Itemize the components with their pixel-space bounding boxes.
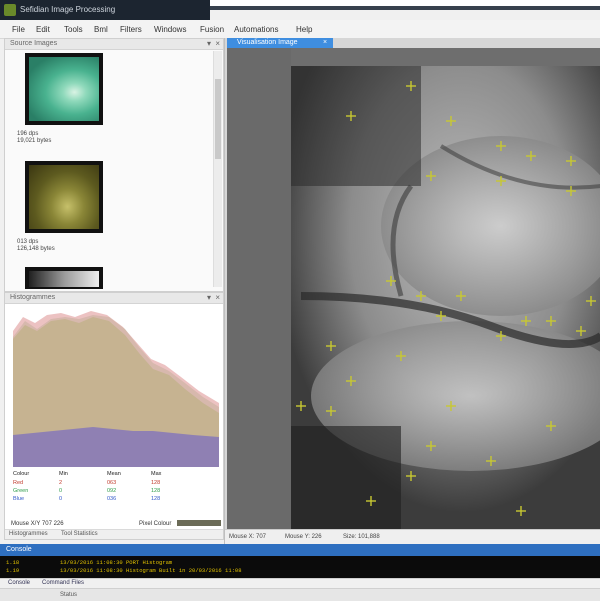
grayscale-image[interactable] xyxy=(291,66,600,536)
pixel-colour-swatch xyxy=(177,520,221,526)
tab-tool-statistics[interactable]: Tool Statistics xyxy=(61,531,98,537)
canvas-gutter xyxy=(227,48,291,530)
app-icon xyxy=(4,4,16,16)
histogram-panel: Histogrammes ▾ × Colour Min Mean Max Red… xyxy=(4,292,224,540)
image-shadow xyxy=(291,66,421,186)
menu-bml[interactable]: Bml xyxy=(94,25,108,34)
console-line-text: 13/03/2016 11:08:30 Histogram Built in 2… xyxy=(60,567,242,574)
panel-header: Source Images ▾ × xyxy=(5,39,223,50)
menu-bar: File Edit Tools Bml Filters Windows Fusi… xyxy=(0,20,600,39)
vertical-scrollbar[interactable] xyxy=(213,51,222,287)
tab-histogrammes[interactable]: Histogrammes xyxy=(9,531,48,537)
tab-visualisation-image[interactable]: Visualisation Image × xyxy=(227,38,333,48)
mouse-x-readout: Mouse X: 707 xyxy=(229,534,267,540)
console-line-number: 1.19 xyxy=(6,567,20,574)
image-canvas[interactable] xyxy=(227,48,600,536)
close-icon[interactable]: × xyxy=(323,39,327,46)
menu-edit[interactable]: Edit xyxy=(36,25,50,34)
image-size-readout: Size: 101,888 xyxy=(343,534,380,540)
histogram-tabs: Histogrammes Tool Statistics xyxy=(5,529,223,539)
close-icon[interactable]: × xyxy=(215,39,220,48)
mouse-xy-readout: Mouse X/Y 707 226 xyxy=(11,521,64,527)
top-divider xyxy=(210,6,600,10)
status-text: Status xyxy=(60,592,78,598)
pin-icon[interactable]: ▾ xyxy=(207,39,211,48)
menu-fusion[interactable]: Fusion xyxy=(200,25,224,34)
console-line-text: 13/03/2016 11:08:30 PORT Histogram xyxy=(60,559,173,566)
thumbnail-info: 013 dps 126,148 bytes xyxy=(17,239,55,252)
console-title: Console xyxy=(6,546,32,553)
panel-title: Source Images xyxy=(10,40,58,47)
tab-console[interactable]: Console xyxy=(8,580,30,586)
pin-icon[interactable]: ▾ xyxy=(207,293,211,302)
image-viewer: Visualisation Image × Mouse X: 707 Mouse… xyxy=(224,38,600,544)
source-thumbnail[interactable] xyxy=(25,161,103,233)
viewer-status-bar: Mouse X: 707 Mouse Y: 226 Size: 101,888 xyxy=(225,529,600,544)
image-shadow xyxy=(291,426,401,536)
console-header: Console xyxy=(0,544,600,556)
console-line-number: 1.18 xyxy=(6,559,20,566)
window-title-bar: Sefidian Image Processing xyxy=(0,0,210,20)
menu-automations[interactable]: Automations xyxy=(234,25,278,34)
tab-label: Visualisation Image xyxy=(237,39,298,46)
source-thumbnail[interactable] xyxy=(25,53,103,125)
source-thumbnail[interactable] xyxy=(25,267,103,289)
menu-filters[interactable]: Filters xyxy=(120,25,142,34)
mouse-y-readout: Mouse Y: 226 xyxy=(285,534,322,540)
menu-help[interactable]: Help xyxy=(296,25,312,34)
pixel-colour-label: Pixel Colour xyxy=(139,521,172,527)
tab-command-files[interactable]: Command Files xyxy=(42,580,84,586)
menu-tools[interactable]: Tools xyxy=(64,25,83,34)
panel-title: Histogrammes xyxy=(10,294,56,301)
panel-header: Histogrammes ▾ × xyxy=(5,293,223,304)
status-bar: Status xyxy=(0,588,600,601)
histogram-plot xyxy=(13,307,219,467)
close-icon[interactable]: × xyxy=(215,293,220,302)
console-output: 1.18 13/03/2016 11:08:30 PORT Histogram … xyxy=(0,556,600,578)
window-title: Sefidian Image Processing xyxy=(20,5,116,14)
menu-file[interactable]: File xyxy=(12,25,25,34)
source-images-panel: Source Images ▾ × 196 dps 19,021 bytes 0… xyxy=(4,38,224,292)
scroll-thumb[interactable] xyxy=(215,79,221,159)
menu-windows[interactable]: Windows xyxy=(154,25,186,34)
thumbnail-info: 196 dps 19,021 bytes xyxy=(17,131,52,144)
